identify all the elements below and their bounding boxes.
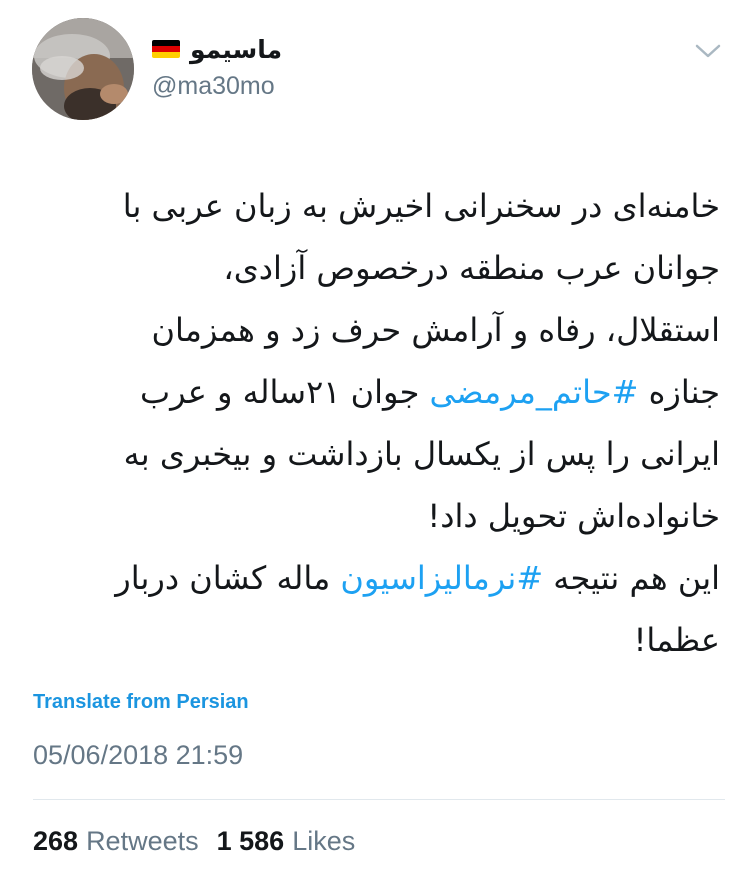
tweet-header: ماسیمو @ma30mo xyxy=(0,0,750,150)
display-name-row: ماسیمو xyxy=(152,30,282,68)
flag-stripe xyxy=(152,52,180,58)
avatar-image xyxy=(32,18,134,120)
hashtag-link[interactable]: #نرمالیزاسیون xyxy=(340,559,543,597)
tweet-line: عظما! xyxy=(32,609,720,671)
translate-link[interactable]: Translate from Persian xyxy=(33,691,249,714)
hashtag-link[interactable]: #حاتم_مرمضی xyxy=(430,373,639,411)
user-handle[interactable]: @ma30mo xyxy=(152,72,282,101)
retweets-count: 268 xyxy=(33,826,79,856)
retweets-label: Retweets xyxy=(86,826,199,856)
tweet-text-segment: جوانان عرب منطقه درخصوص آزادی، xyxy=(223,249,720,287)
tweet-timestamp[interactable]: 05/06/2018 21:59 xyxy=(33,740,243,771)
display-name[interactable]: ماسیمو xyxy=(190,35,282,64)
retweets-stat[interactable]: 268 Retweets xyxy=(33,826,199,857)
germany-flag-icon xyxy=(152,40,180,58)
tweet-line: جوانان عرب منطقه درخصوص آزادی، xyxy=(32,237,720,299)
tweet-text-segment: خانواده‌اش تحویل داد! xyxy=(427,497,720,535)
tweet-line: این هم نتیجه #نرمالیزاسیون ماله کشان درب… xyxy=(32,547,720,609)
likes-stat[interactable]: 1 586 Likes xyxy=(217,826,356,857)
tweet-text-segment: ایرانی را پس از یکسال بازداشت و بیخبری ب… xyxy=(123,435,720,473)
divider xyxy=(33,799,725,800)
tweet-text-segment: این هم نتیجه xyxy=(543,559,720,597)
tweet-line: استقلال، رفاه و آرامش حرف زد و همزمان xyxy=(32,299,721,361)
avatar[interactable] xyxy=(32,18,134,120)
tweet-text-segment: جوان ۲۱ساله و عرب xyxy=(139,373,430,411)
tweet-line: ایرانی را پس از یکسال بازداشت و بیخبری ب… xyxy=(32,423,720,485)
tweet-text-segment: عظما! xyxy=(633,621,720,659)
user-block: ماسیمو @ma30mo xyxy=(152,30,282,101)
tweet-line: خانواده‌اش تحویل داد! xyxy=(32,485,720,547)
tweet-line: جنازه #حاتم_مرمضی جوان ۲۱ساله و عرب xyxy=(32,361,720,423)
likes-label: Likes xyxy=(292,826,356,856)
tweet-text-segment: جنازه xyxy=(638,373,720,411)
tweet-line: خامنه‌ای در سخنرانی اخیرش به زبان عربی ب… xyxy=(32,175,720,237)
chevron-down-icon[interactable] xyxy=(693,40,723,62)
tweet-stats: 268 Retweets 1 586 Likes xyxy=(33,826,355,857)
tweet-text-segment: استقلال، رفاه و آرامش حرف زد و همزمان xyxy=(151,311,721,349)
tweet-text-segment: خامنه‌ای در سخنرانی اخیرش به زبان عربی ب… xyxy=(122,187,720,225)
tweet-text-segment: ماله کشان دربار xyxy=(115,559,341,597)
tweet-text: خامنه‌ای در سخنرانی اخیرش به زبان عربی ب… xyxy=(32,175,720,671)
likes-count: 1 586 xyxy=(216,826,285,856)
